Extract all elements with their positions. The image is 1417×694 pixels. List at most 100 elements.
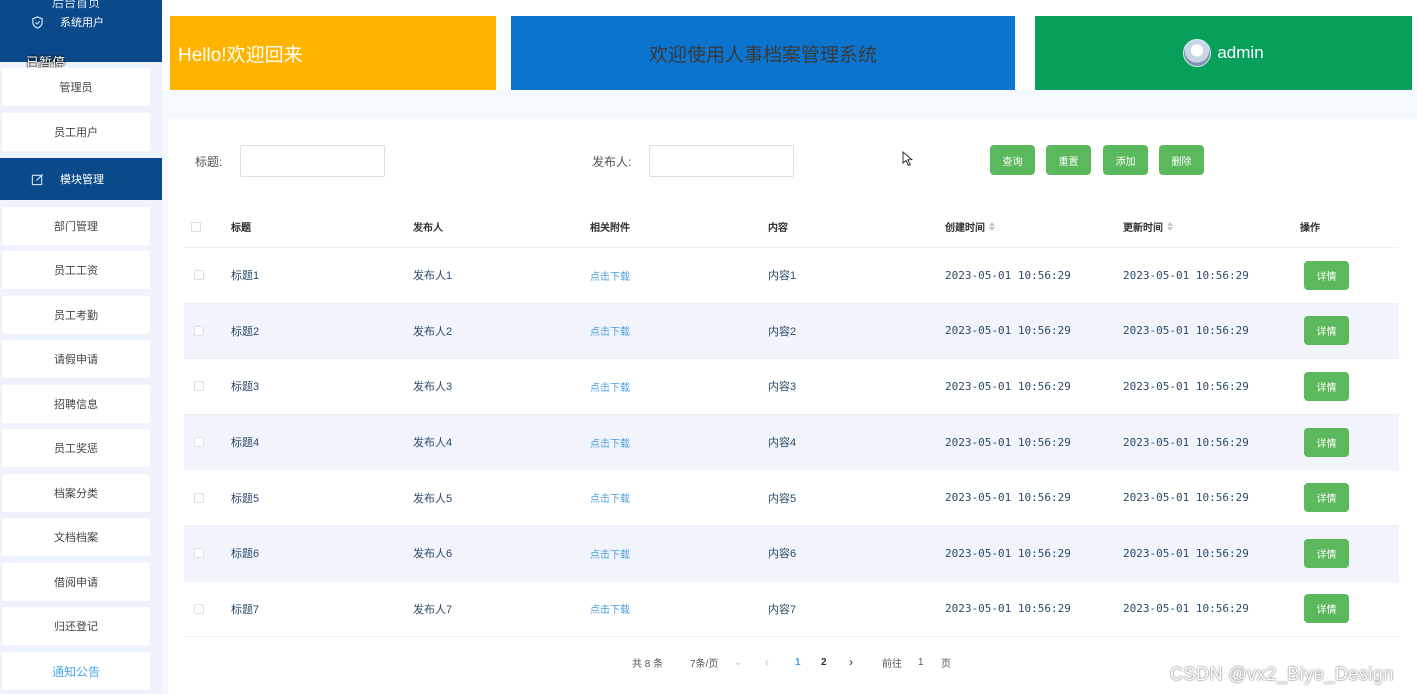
sidebar-item-salary[interactable]: 员工工资 bbox=[2, 251, 150, 289]
header-created-sort[interactable]: 创建时间 bbox=[945, 206, 995, 247]
row-created: 2023-05-01 10:56:29 bbox=[945, 435, 1071, 449]
row-content: 内容1 bbox=[768, 270, 797, 283]
sidebar-group-system[interactable]: 后台首页 系统用户 已暂停 bbox=[0, 0, 162, 70]
header-publisher: 发布人 bbox=[413, 223, 443, 234]
sidebar-group-module[interactable]: 模块管理 bbox=[0, 158, 162, 200]
sidebar-item-home-label: 后台首页 bbox=[52, 0, 101, 10]
detail-button[interactable]: 详情 bbox=[1304, 427, 1349, 457]
row-updated: 2023-05-01 10:56:29 bbox=[1123, 435, 1249, 449]
row-content: 内容3 bbox=[768, 381, 797, 394]
row-content: 内容6 bbox=[768, 548, 797, 561]
table-row: 标题7 发布人7 点击下载 内容7 2023-05-01 10:56:29 2023-05… bbox=[184, 582, 1399, 638]
chevron-down-icon[interactable]: ⌄ bbox=[734, 654, 742, 670]
query-button[interactable]: 查询 bbox=[990, 145, 1035, 175]
row-content: 内容4 bbox=[768, 437, 797, 450]
page-1-button[interactable]: 1 bbox=[795, 654, 801, 670]
detail-button[interactable]: 详情 bbox=[1304, 538, 1349, 568]
goto-page-input[interactable]: 1 bbox=[918, 654, 924, 670]
row-created: 2023-05-01 10:56:29 bbox=[945, 379, 1071, 393]
detail-button[interactable]: 详情 bbox=[1304, 594, 1349, 624]
sidebar-item-archive-category[interactable]: 档案分类 bbox=[2, 474, 150, 512]
detail-button[interactable]: 详情 bbox=[1304, 260, 1349, 290]
row-updated: 2023-05-01 10:56:29 bbox=[1123, 379, 1249, 393]
select-all-checkbox[interactable] bbox=[191, 221, 201, 232]
row-content: 内容7 bbox=[768, 603, 797, 616]
row-created: 2023-05-01 10:56:29 bbox=[945, 546, 1071, 560]
row-checkbox[interactable] bbox=[194, 548, 204, 559]
sidebar-item-leave[interactable]: 请假申请 bbox=[2, 340, 150, 378]
next-page-icon[interactable]: › bbox=[849, 654, 853, 670]
mouse-cursor-icon bbox=[902, 151, 914, 167]
row-checkbox[interactable] bbox=[194, 270, 204, 281]
add-button[interactable]: 添加 bbox=[1103, 145, 1148, 175]
table-row: 标题4 发布人4 点击下载 内容4 2023-05-01 10:56:29 2023-05… bbox=[184, 414, 1399, 471]
username: admin bbox=[1217, 43, 1264, 62]
title-search-label: 标题: bbox=[195, 155, 223, 169]
row-updated: 2023-05-01 10:56:29 bbox=[1123, 546, 1249, 560]
goto-label: 前往 bbox=[882, 658, 902, 670]
header-content: 内容 bbox=[768, 223, 788, 234]
row-title: 标题2 bbox=[231, 325, 260, 338]
welcome-banner: Hello!欢迎回来 bbox=[170, 16, 496, 90]
sidebar-item-admin[interactable]: 管理员 bbox=[2, 68, 150, 106]
sidebar-item-rewards[interactable]: 员工奖惩 bbox=[2, 429, 150, 467]
sidebar-item-attendance[interactable]: 员工考勤 bbox=[2, 296, 150, 334]
header-title: 标题 bbox=[231, 223, 251, 234]
publisher-search-input[interactable] bbox=[649, 145, 794, 177]
row-content: 内容5 bbox=[768, 492, 797, 505]
publisher-search-label: 发布人: bbox=[592, 155, 632, 169]
grid-icon bbox=[18, 0, 32, 6]
sidebar-item-notice[interactable]: 通知公告 bbox=[2, 652, 150, 690]
sidebar: 后台首页 系统用户 已暂停 管理员 员工用户 模块管理 部门管理 员工工资 员工… bbox=[0, 0, 162, 694]
download-link[interactable]: 点击下载 bbox=[590, 490, 630, 505]
header-attachment: 相关附件 bbox=[590, 223, 630, 234]
sidebar-item-borrow[interactable]: 借阅申请 bbox=[2, 563, 150, 601]
download-link[interactable]: 点击下载 bbox=[590, 379, 630, 394]
download-link[interactable]: 点击下载 bbox=[590, 435, 630, 450]
row-title: 标题1 bbox=[231, 270, 260, 283]
row-created: 2023-05-01 10:56:29 bbox=[945, 602, 1071, 616]
row-checkbox[interactable] bbox=[194, 492, 204, 503]
edit-icon bbox=[30, 172, 44, 186]
row-updated: 2023-05-01 10:56:29 bbox=[1123, 268, 1249, 282]
reset-button[interactable]: 重置 bbox=[1046, 145, 1091, 175]
sidebar-item-employee-user[interactable]: 员工用户 bbox=[2, 113, 150, 151]
row-checkbox[interactable] bbox=[194, 325, 204, 336]
row-checkbox[interactable] bbox=[194, 381, 204, 392]
sort-icon[interactable] bbox=[1167, 222, 1173, 231]
welcome-text: Hello!欢迎回来 bbox=[178, 44, 303, 66]
row-content: 内容2 bbox=[768, 325, 797, 338]
download-link[interactable]: 点击下载 bbox=[590, 546, 630, 561]
sort-icon[interactable] bbox=[989, 222, 995, 231]
row-publisher: 发布人6 bbox=[413, 548, 453, 561]
detail-button[interactable]: 详情 bbox=[1304, 483, 1349, 513]
detail-button[interactable]: 详情 bbox=[1304, 316, 1349, 346]
sidebar-item-return[interactable]: 归还登记 bbox=[2, 607, 150, 645]
row-checkbox[interactable] bbox=[194, 437, 204, 448]
avatar[interactable] bbox=[1183, 39, 1212, 67]
user-banner[interactable]: admin bbox=[1035, 16, 1412, 90]
download-link[interactable]: 点击下载 bbox=[590, 601, 630, 616]
download-link[interactable]: 点击下载 bbox=[590, 268, 630, 283]
csdn-watermark: CSDN @vx2_Biye_Design bbox=[1170, 664, 1394, 684]
row-publisher: 发布人2 bbox=[413, 325, 453, 338]
title-search-input[interactable] bbox=[240, 145, 385, 177]
detail-button[interactable]: 详情 bbox=[1304, 371, 1349, 401]
sidebar-item-department[interactable]: 部门管理 bbox=[2, 207, 150, 245]
prev-page-icon[interactable]: ‹ bbox=[765, 654, 769, 670]
row-checkbox[interactable] bbox=[194, 603, 204, 614]
header-updated-sort[interactable]: 更新时间 bbox=[1123, 206, 1173, 247]
row-publisher: 发布人4 bbox=[413, 437, 453, 450]
row-created: 2023-05-01 10:56:29 bbox=[945, 491, 1071, 505]
table-row: 标题6 发布人6 点击下载 内容6 2023-05-01 10:56:29 2023-05… bbox=[184, 525, 1399, 582]
row-title: 标题4 bbox=[231, 437, 260, 450]
sidebar-item-recruit[interactable]: 招聘信息 bbox=[2, 385, 150, 423]
page-size-select[interactable]: 7条/页 bbox=[690, 654, 718, 670]
download-link[interactable]: 点击下载 bbox=[590, 323, 630, 338]
row-title: 标题5 bbox=[231, 492, 260, 505]
page-2-button[interactable]: 2 bbox=[821, 654, 827, 670]
sidebar-item-documents[interactable]: 文档档案 bbox=[2, 518, 150, 556]
row-title: 标题6 bbox=[231, 548, 260, 561]
delete-button[interactable]: 删除 bbox=[1159, 145, 1204, 175]
row-created: 2023-05-01 10:56:29 bbox=[945, 324, 1071, 338]
